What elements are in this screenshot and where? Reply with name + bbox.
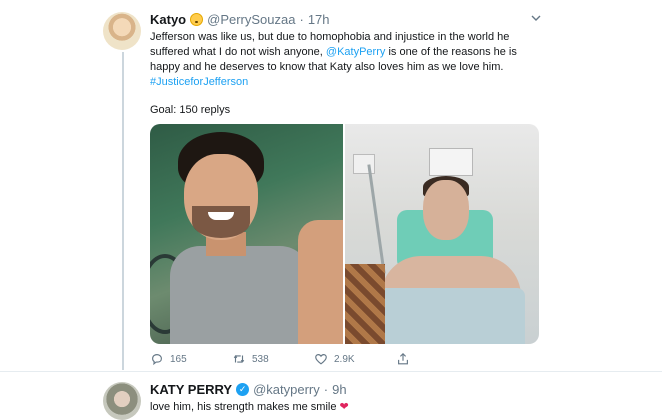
tweet-header: Katyo @PerrySouzaa · 17h [150, 12, 330, 27]
thread-connector-line [122, 52, 124, 370]
tweet-katyo[interactable]: Katyo @PerrySouzaa · 17h Jefferson was l… [0, 0, 662, 372]
mention-link[interactable]: @KatyPerry [326, 46, 385, 58]
goal-text: Goal: 150 replys [150, 104, 231, 116]
reply-button[interactable]: 165 [150, 352, 232, 366]
retweet-icon [233, 355, 245, 363]
display-name[interactable]: KATY PERRY [150, 382, 232, 397]
red-heart-icon: ❤ [339, 401, 349, 413]
hashtag-link[interactable]: #JusticeforJefferson [150, 76, 248, 88]
display-name[interactable]: Katyo [150, 12, 186, 27]
share-button[interactable] [396, 352, 478, 366]
share-icon [398, 352, 408, 365]
user-handle[interactable]: @PerrySouzaa [207, 12, 295, 27]
retweet-count: 538 [252, 353, 269, 365]
user-handle[interactable]: @katyperry [253, 382, 320, 397]
photo-hospital-bed[interactable] [345, 124, 539, 344]
tweet-text-body: love him, his strength makes me smile [150, 401, 337, 413]
verified-badge-icon: ✓ [236, 383, 250, 396]
separator-dot: · [323, 382, 329, 397]
reply-icon [152, 354, 162, 366]
chevron-down-icon[interactable] [530, 12, 542, 24]
like-count: 2.9K [334, 353, 355, 365]
like-button[interactable]: 2.9K [314, 352, 396, 366]
tweet-media[interactable] [150, 124, 539, 344]
reply-count: 165 [170, 353, 187, 365]
photo-smiling-man[interactable] [150, 124, 343, 344]
like-icon [315, 354, 327, 365]
avatar[interactable] [103, 382, 141, 420]
tweet-header: KATY PERRY ✓ @katyperry · 9h [150, 382, 347, 397]
separator-dot: · [299, 12, 304, 27]
tweet-katy-perry[interactable]: KATY PERRY ✓ @katyperry · 9h love him, h… [0, 372, 662, 420]
retweet-button[interactable]: 538 [232, 352, 314, 366]
tweet-actions: 165 538 2.9K [150, 352, 480, 366]
tweet-text: Jefferson was like us, but due to homoph… [150, 30, 545, 90]
timestamp[interactable]: 17h [308, 12, 330, 27]
timestamp[interactable]: 9h [332, 382, 346, 397]
avatar[interactable] [103, 12, 141, 50]
tweet-text: love him, his strength makes me smile ❤ [150, 400, 349, 413]
hushed-face-emoji-icon [190, 13, 204, 26]
